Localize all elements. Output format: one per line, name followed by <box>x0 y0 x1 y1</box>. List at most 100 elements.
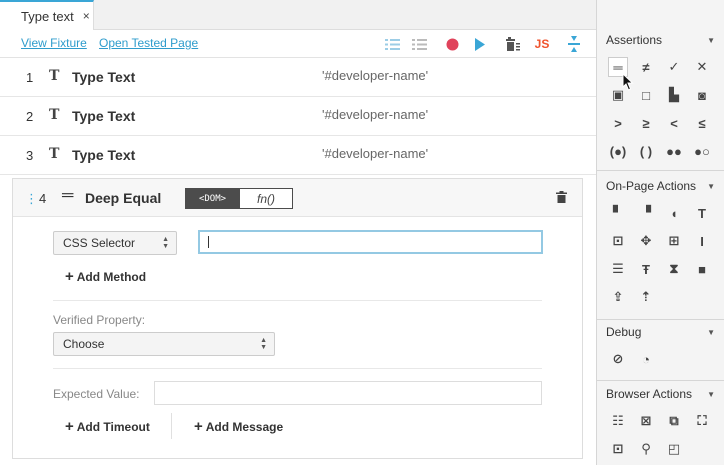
link-icon[interactable]: ⚲ <box>636 439 656 459</box>
tab-label: Type text <box>21 8 74 24</box>
step-row[interactable]: 2 T Type Text '#developer-name' <box>0 97 596 136</box>
verified-property-label: Verified Property: <box>53 313 146 327</box>
divider <box>53 300 542 301</box>
step-name: Type Text <box>72 108 136 124</box>
type-of-icon[interactable]: ●● <box>664 141 684 161</box>
plus-icon: + <box>65 418 74 435</box>
selector-input[interactable] <box>198 230 543 254</box>
divider <box>53 368 542 369</box>
list-bullet-icon[interactable] <box>411 36 427 52</box>
select-text-icon[interactable]: I <box>692 231 712 251</box>
navigate-icon[interactable]: ☷ <box>608 411 628 431</box>
right-click-icon[interactable]: ▝ <box>636 203 656 223</box>
assertions-title[interactable]: Assertions <box>606 33 662 47</box>
clear-steps-icon[interactable] <box>505 36 521 52</box>
select-area-icon[interactable]: ☰ <box>608 259 628 279</box>
chevron-down-icon[interactable]: ▼ <box>707 328 715 337</box>
browser-actions-title[interactable]: Browser Actions <box>606 387 692 401</box>
select-arrows-icon: ▲ ▼ <box>162 236 169 250</box>
tab-bar: Type text × <box>0 0 596 30</box>
equal-icon: ═ <box>62 187 74 204</box>
select-arrows-icon: ▲ ▼ <box>260 337 267 351</box>
record-icon[interactable] <box>444 36 460 52</box>
click-icon[interactable]: ▘ <box>608 203 628 223</box>
dom-toggle-button[interactable]: <DOM> <box>185 188 240 209</box>
check-icon[interactable]: ✓ <box>664 57 684 77</box>
double-click-icon[interactable]: ◖ <box>664 203 684 223</box>
step-number: 4 <box>39 191 47 206</box>
tab-type-text[interactable]: Type text × <box>0 0 94 30</box>
x-icon[interactable]: ✕ <box>692 57 712 77</box>
add-message-label: Add Message <box>205 420 284 434</box>
open-tested-page-link[interactable]: Open Tested Page <box>99 36 198 50</box>
divider <box>597 380 724 381</box>
resize-icon[interactable]: ⧉ <box>664 411 684 431</box>
close-window-icon[interactable]: ⊠ <box>636 411 656 431</box>
plus-icon: + <box>65 268 74 285</box>
add-timeout-label: Add Timeout <box>76 420 150 434</box>
text-caret <box>208 236 209 248</box>
add-timeout-button[interactable]: + Add Timeout <box>65 418 150 435</box>
not-within-icon[interactable]: ( ) <box>636 141 656 161</box>
type-text-icon: T <box>49 68 60 84</box>
drag-icon[interactable]: ⊡ <box>608 231 628 251</box>
greater-than-icon[interactable]: > <box>608 113 628 133</box>
step-name: Type Text <box>72 69 136 85</box>
expected-value-input[interactable] <box>154 381 542 405</box>
toolbar: View Fixture Open Tested Page JS <box>0 30 596 58</box>
not-type-of-icon[interactable]: ●○ <box>692 141 712 161</box>
expected-value-label: Expected Value: <box>53 387 140 401</box>
drag-handle-icon[interactable]: ⋮ <box>25 191 38 207</box>
match-icon[interactable]: ◙ <box>692 85 712 105</box>
deep-equal-step: ⋮ 4 ═ Deep Equal <DOM> fn() CSS Selector… <box>12 178 583 459</box>
contains-icon[interactable]: ▙ <box>664 85 684 105</box>
list-numbered-icon[interactable] <box>384 36 400 52</box>
chevron-down-icon[interactable]: ▼ <box>707 36 715 45</box>
not-equal-icon[interactable]: ≠ <box>636 57 656 77</box>
step-name: Deep Equal <box>85 190 162 206</box>
move-icon[interactable]: ✥ <box>636 231 656 251</box>
selector-type-select[interactable]: CSS Selector ▲ ▼ <box>53 231 177 255</box>
less-than-icon[interactable]: < <box>664 113 684 133</box>
maximize-icon[interactable]: ⛶ <box>692 411 712 431</box>
fn-toggle-button[interactable]: fn() <box>239 188 293 209</box>
step-selector: '#developer-name' <box>322 146 429 161</box>
clear-upload-icon[interactable]: ⇡ <box>636 287 656 307</box>
type-text-icon: T <box>49 107 60 123</box>
greater-equal-icon[interactable]: ≥ <box>636 113 656 133</box>
mouse-cursor-icon <box>622 73 634 91</box>
empty-square-icon[interactable]: □ <box>636 85 656 105</box>
switch-frame-icon[interactable]: ■ <box>692 259 712 279</box>
play-icon[interactable] <box>472 36 488 52</box>
window-screenshot-icon[interactable]: ◰ <box>664 439 684 459</box>
chevron-down-icon[interactable]: ▼ <box>707 390 715 399</box>
chevron-down-icon[interactable]: ▼ <box>707 182 715 191</box>
verified-property-select[interactable]: Choose ▲ ▼ <box>53 332 275 356</box>
step-header[interactable]: ⋮ 4 ═ Deep Equal <DOM> fn() <box>13 179 582 217</box>
add-method-button[interactable]: + Add Method <box>65 268 146 285</box>
hover-icon[interactable]: ⊞ <box>664 231 684 251</box>
step-row[interactable]: 3 T Type Text '#developer-name' <box>0 136 596 175</box>
upload-icon[interactable]: ⇪ <box>608 287 628 307</box>
step-name: Type Text <box>72 147 136 163</box>
selector-type-value: CSS Selector <box>63 236 136 250</box>
step-row[interactable]: 1 T Type Text '#developer-name' <box>0 58 596 97</box>
select-editable-icon[interactable]: Ŧ <box>636 259 656 279</box>
speed-icon[interactable]: ◔ <box>636 349 656 369</box>
type-text-icon[interactable]: T <box>692 203 712 223</box>
divider <box>597 170 724 171</box>
js-icon[interactable]: JS <box>533 36 551 52</box>
step-number: 2 <box>26 109 34 124</box>
trash-icon[interactable] <box>556 191 567 206</box>
on-page-actions-title[interactable]: On-Page Actions <box>606 179 696 193</box>
less-equal-icon[interactable]: ≤ <box>692 113 712 133</box>
within-icon[interactable]: (●) <box>608 141 628 161</box>
debug-icon[interactable]: ⊘ <box>608 349 628 369</box>
screenshot-icon[interactable]: ⊡ <box>608 439 628 459</box>
view-fixture-link[interactable]: View Fixture <box>21 36 87 50</box>
collapse-icon[interactable] <box>566 36 582 52</box>
debug-title[interactable]: Debug <box>606 325 641 339</box>
close-icon[interactable]: × <box>83 9 90 23</box>
wait-icon[interactable]: ⧗ <box>664 259 684 279</box>
add-message-button[interactable]: + Add Message <box>194 418 283 435</box>
